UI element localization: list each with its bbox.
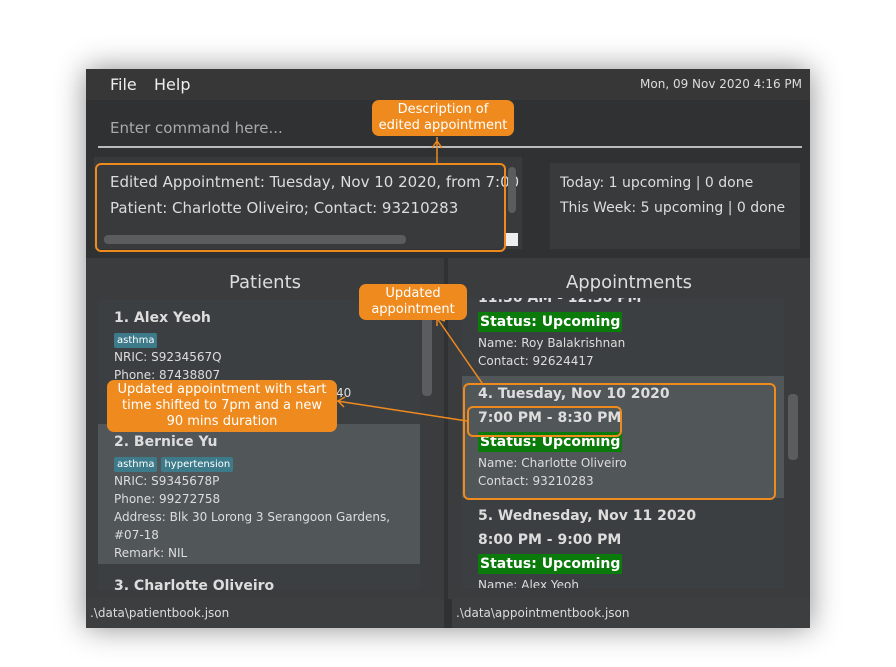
callout-description: Description of edited appointment — [372, 100, 514, 136]
arrow-line — [336, 400, 468, 422]
callout-shifted: Updated appointment with start time shif… — [107, 380, 337, 432]
arrow-line — [436, 317, 483, 384]
callout-updated: Updated appointment — [359, 284, 467, 320]
